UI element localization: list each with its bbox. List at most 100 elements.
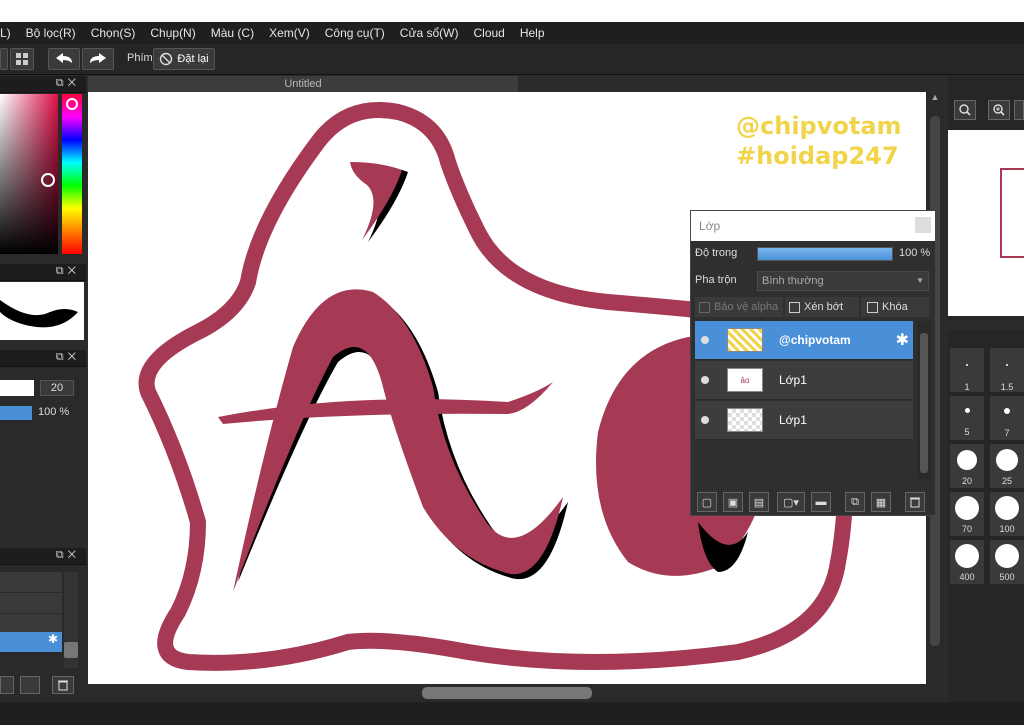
visibility-toggle[interactable] [701,416,709,424]
new-1bit-layer-button[interactable]: ▤ [749,492,769,512]
menu-item-window[interactable]: Cửa sổ(W) [400,26,459,40]
canvas-horizontal-scrollbar[interactable] [88,684,944,702]
watermark-line-1: @chipvotam [736,112,902,140]
zoom-in-icon [993,104,1005,116]
grid-button[interactable] [0,48,8,70]
new-folder-button[interactable]: ▬ [811,492,831,512]
menu-item-cloud[interactable]: Cloud [473,26,504,40]
brush-list-row[interactable] [0,614,62,632]
brush-list-row-selected[interactable]: ✱ [0,632,62,652]
brush-size-cell[interactable]: 100 [990,492,1024,536]
layer-panel-title-bar[interactable]: Lớp [691,211,935,241]
brush-size-cell[interactable]: 1 [950,348,984,392]
menu-item-layer[interactable]: L) [0,26,11,40]
menu-item-tools[interactable]: Công cụ(T) [325,26,385,40]
brush-size-panel: 1 1.5 5 7 20 25 70 100 400 500 [948,330,1024,702]
panel-float-close-icons[interactable]: ⧉✕ [56,265,80,278]
hue-slider[interactable] [62,94,82,254]
lock-checkbox[interactable] [867,301,878,313]
zoom-in-button[interactable] [988,100,1010,120]
menu-item-filter[interactable]: Bộ lọc(R) [26,26,76,40]
panel-float-close-icons[interactable]: ⧉✕ [56,77,80,90]
brush-size-cell[interactable]: 20 [950,444,984,488]
new-halftone-layer-button[interactable]: ▣ [723,492,743,512]
menu-item-help[interactable]: Help [520,26,545,40]
brush-settings-panel: ⧉✕ 20 100 % [0,350,86,540]
protect-alpha-option[interactable]: Bảo vệ alpha [695,297,783,317]
lock-option[interactable]: Khóa [861,297,929,317]
hue-slider-handle[interactable] [66,98,78,110]
protect-alpha-checkbox[interactable] [699,301,710,313]
prohibit-icon [160,52,173,66]
brush-size-bar[interactable] [0,380,34,396]
brush-list-panel: ⧉✕ ✱ [0,548,86,700]
panel-float-close-icons[interactable]: ⧉✕ [56,549,80,562]
canvas-tab[interactable]: Untitled [88,76,518,92]
layer-list-scrollbar[interactable] [917,321,931,479]
new-brush-button[interactable] [0,676,14,694]
blend-label: Pha trộn [695,274,737,286]
window-top-strip [0,0,1024,22]
clip-option[interactable]: Xén bớt [785,297,859,317]
scroll-up-arrow[interactable]: ▲ [926,92,944,102]
menu-item-color[interactable]: Màu (C) [211,26,254,40]
panel-float-close-icons[interactable]: ⧉✕ [56,351,80,364]
brush-size-cell[interactable]: 70 [950,492,984,536]
duplicate-layer-button[interactable]: ⧉ [845,492,865,512]
delete-layer-button[interactable] [905,492,925,512]
clip-label: Xén bớt [804,301,844,313]
brush-size-cell[interactable]: 1.5 [990,348,1024,392]
layer-name: Lớp1 [779,373,807,387]
status-bar [0,702,1024,725]
reset-button[interactable]: Đặt lại [153,48,215,70]
navigator-panel [948,76,1024,320]
undo-button[interactable] [48,48,80,70]
brush-size-cell[interactable]: 25 [990,444,1024,488]
zoom-out-button[interactable] [954,100,976,120]
blend-mode-select[interactable]: Bình thường ▼ [757,271,929,291]
opacity-slider[interactable] [757,247,893,261]
layer-item-lop1[interactable]: ảo Lớp1 [695,361,913,400]
brush-size-cell[interactable]: 500 [990,540,1024,584]
opacity-bar[interactable] [0,406,32,420]
menu-item-view[interactable]: Xem(V) [269,26,310,40]
layer-item-chipvotam[interactable]: @chipvotam ✱ [695,321,913,360]
add-layer-menu-button[interactable]: ▢▾ [777,492,805,512]
redo-icon [90,53,106,63]
protect-alpha-label: Bảo vệ alpha [714,301,779,313]
visibility-toggle[interactable] [701,336,709,344]
merge-layer-button[interactable]: ▦ [871,492,891,512]
toolbar: Phím Đặt lại [0,44,1024,75]
opacity-value: 100 % [899,247,931,259]
horizontal-scroll-thumb[interactable] [422,687,592,699]
fit-button[interactable] [1014,100,1024,120]
brush-size-cell[interactable]: 5 [950,396,984,440]
brush-list-scroll-thumb[interactable] [64,642,78,658]
menu-item-capture[interactable]: Chụp(N) [150,26,195,40]
gear-icon[interactable]: ✱ [896,330,909,350]
trash-icon [910,497,920,508]
layer-scroll-thumb[interactable] [920,333,928,473]
layout-button[interactable] [10,48,34,70]
color-picker-ring[interactable] [41,173,55,187]
brush-size-value[interactable]: 20 [40,380,74,396]
new-layer-button[interactable]: ▢ [697,492,717,512]
navigator-preview[interactable] [948,130,1024,316]
layer-panel-close-button[interactable] [915,217,931,233]
brush-size-cell[interactable]: 400 [950,540,984,584]
gear-icon[interactable]: ✱ [48,632,62,646]
copy-brush-button[interactable] [20,676,40,694]
visibility-toggle[interactable] [701,376,709,384]
brush-list-row[interactable] [0,593,62,614]
keys-label: Phím [127,52,153,64]
brush-size-cell[interactable]: 7 [990,396,1024,440]
brush-list-row[interactable] [0,572,62,593]
layer-item-lop1-2[interactable]: Lớp1 [695,401,913,440]
navigator-viewport-frame [1000,168,1024,258]
menu-item-select[interactable]: Chọn(S) [91,26,136,40]
lock-label: Khóa [882,301,908,313]
redo-button[interactable] [82,48,114,70]
delete-brush-button[interactable] [52,676,74,694]
layer-options-row: Bảo vệ alpha Xén bớt Khóa [695,297,933,317]
clip-checkbox[interactable] [789,301,800,313]
